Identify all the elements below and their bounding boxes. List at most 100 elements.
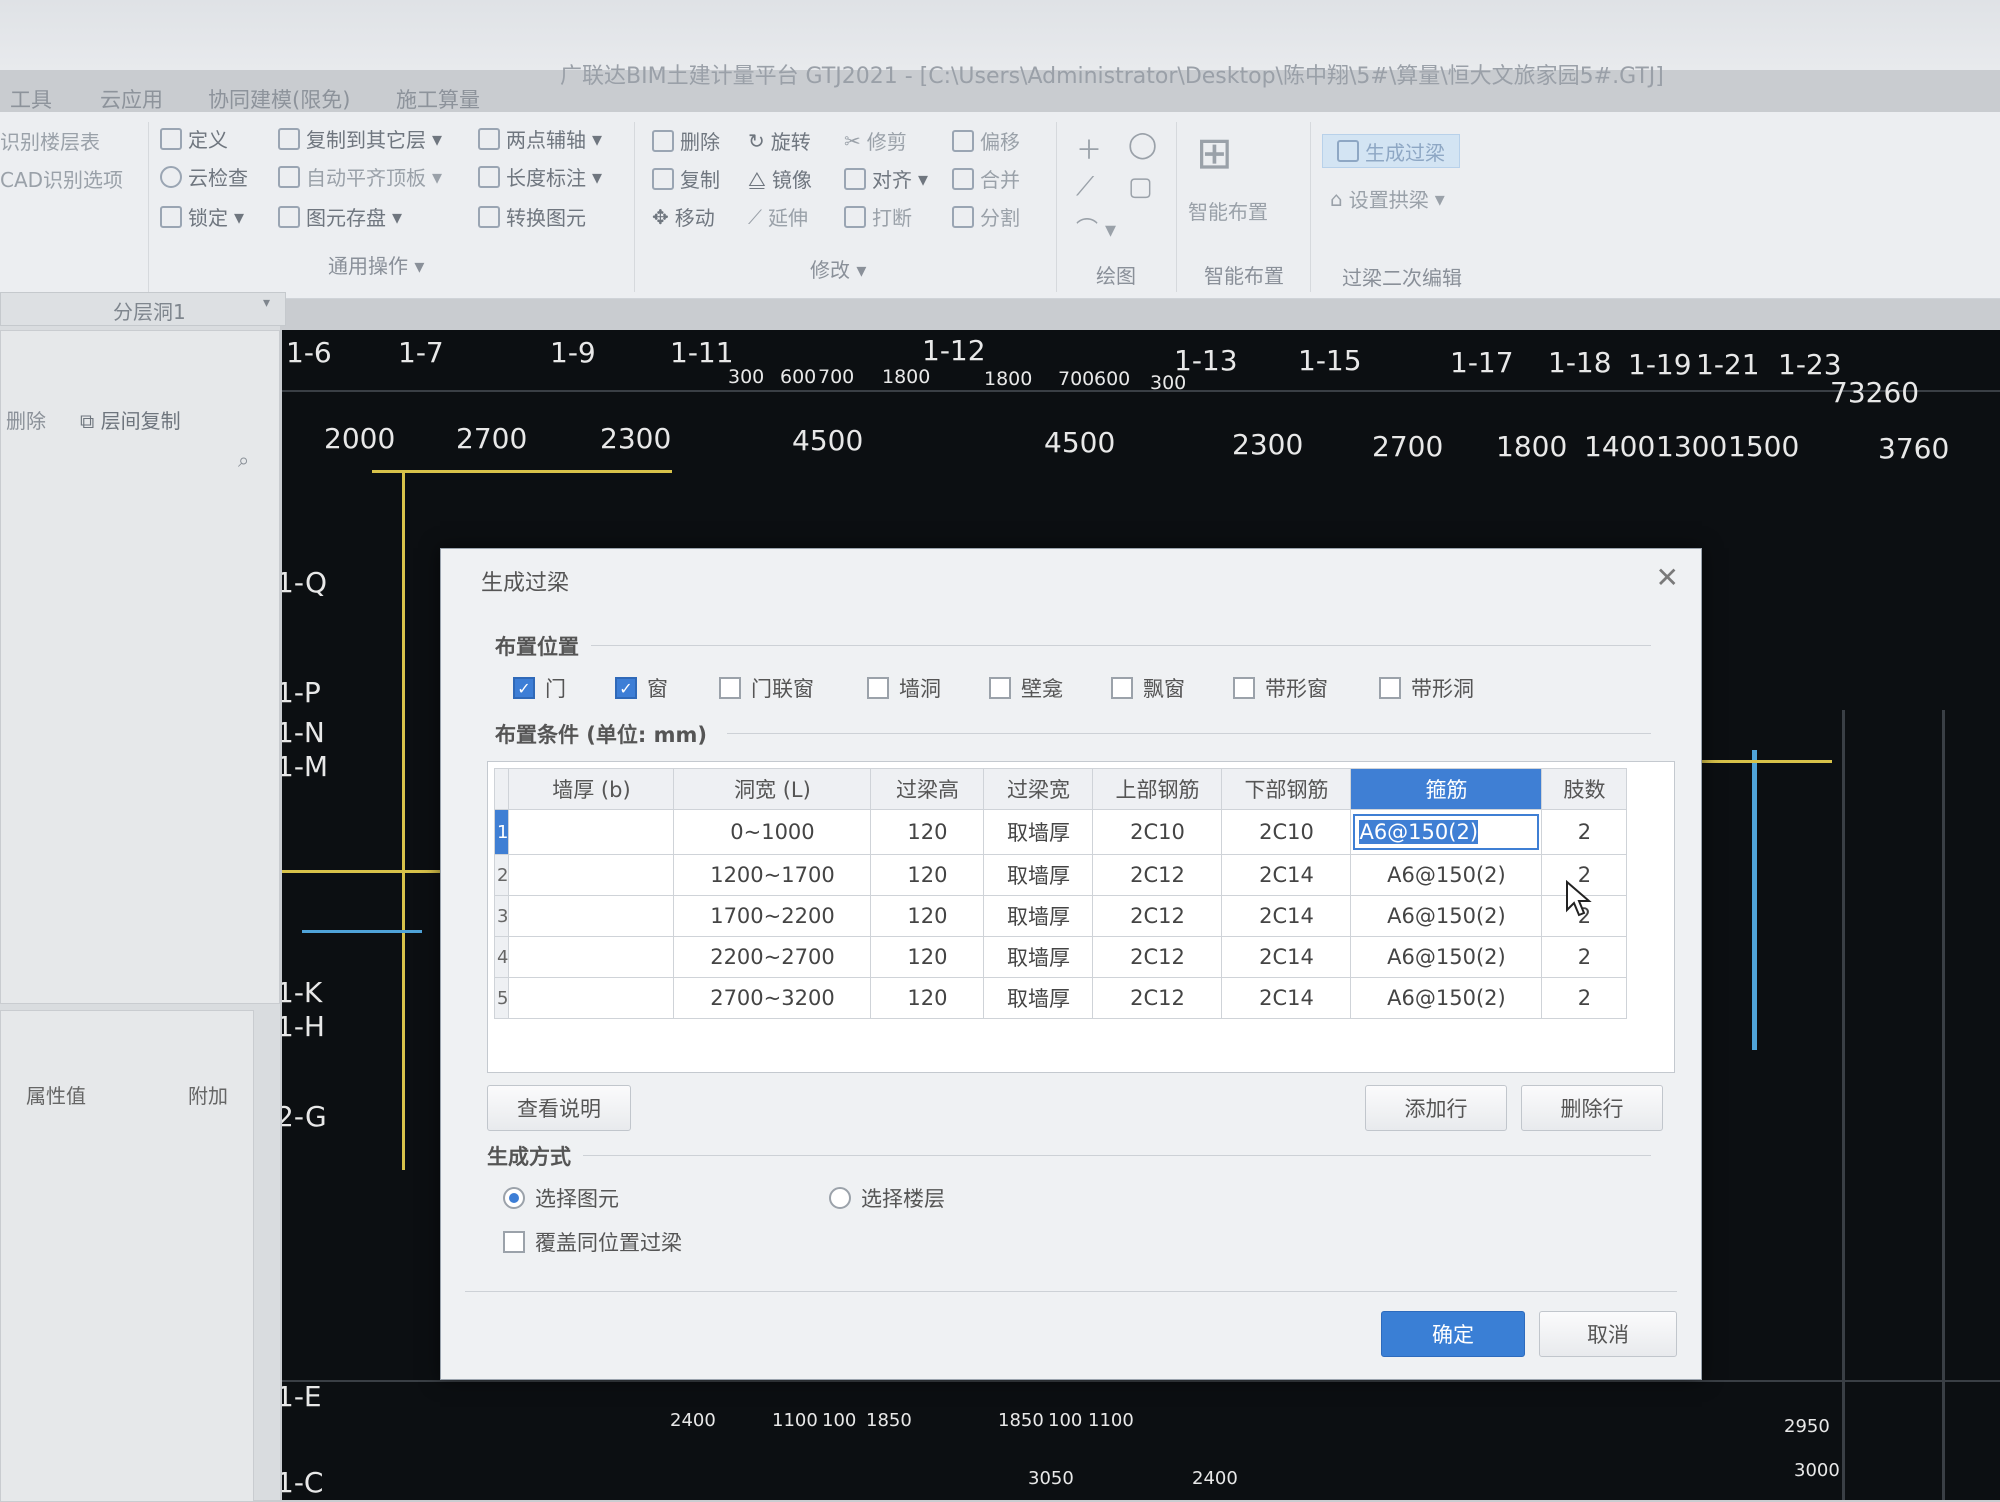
cell-width[interactable]: 1200~1700 <box>673 854 872 896</box>
table-row[interactable]: 1 0~1000 120 取墙厚 2C10 2C10 A6@150(2) 2 <box>493 809 1628 855</box>
smart-layout-button[interactable]: 智能布置 <box>1188 196 1268 225</box>
define-button[interactable]: 定义 <box>160 124 228 153</box>
col-stirrup[interactable]: 箍筋 <box>1350 768 1543 810</box>
break-button[interactable]: 打断 <box>844 202 912 231</box>
cell-height[interactable]: 120 <box>870 895 985 937</box>
cell-stirrup[interactable]: A6@150(2) <box>1350 977 1543 1019</box>
general-ops-group-label[interactable]: 通用操作 ▾ <box>328 250 424 279</box>
table-row[interactable]: 2 1200~1700 120 取墙厚 2C12 2C14 A6@150(2) … <box>493 854 1628 896</box>
col-top-rebar[interactable]: 上部钢筋 <box>1092 768 1223 810</box>
checkbox-wall-opening[interactable]: 墙洞 <box>867 673 941 703</box>
convert-element-button[interactable]: 转换图元 <box>478 202 586 231</box>
length-dim-button[interactable]: 长度标注 ▾ <box>478 162 602 191</box>
cell-height[interactable]: 120 <box>870 809 985 855</box>
modify-group-label[interactable]: 修改 ▾ <box>810 254 866 283</box>
col-bottom-rebar[interactable]: 下部钢筋 <box>1221 768 1352 810</box>
checkbox-bay-window[interactable]: 飘窗 <box>1111 673 1185 703</box>
two-point-axis-button[interactable]: 两点辅轴 ▾ <box>478 124 602 153</box>
copy-to-layer-button[interactable]: 复制到其它层 ▾ <box>278 124 442 153</box>
draw-rect-icon[interactable]: ▢ <box>1128 172 1153 202</box>
col-lintel-height[interactable]: 过梁高 <box>870 768 985 810</box>
checkbox-strip-opening[interactable]: 带形洞 <box>1379 673 1474 703</box>
draw-line-icon[interactable]: ⟋ <box>1076 172 1094 203</box>
layer-combo[interactable]: 分层洞1 ▾ <box>0 292 286 326</box>
draw-point-icon[interactable]: ＋ <box>1076 130 1102 167</box>
cell-stirrup[interactable]: A6@150(2) <box>1350 936 1543 978</box>
cell-top-rebar[interactable]: 2C12 <box>1092 977 1223 1019</box>
cell-bottom-rebar[interactable]: 2C14 <box>1221 854 1352 896</box>
copy-button[interactable]: 复制 <box>652 164 720 193</box>
ribbon-cad-options[interactable]: CAD识别选项 <box>0 164 123 193</box>
cell-bottom-rebar[interactable]: 2C14 <box>1221 895 1352 937</box>
cell-width[interactable]: 1700~2200 <box>673 895 872 937</box>
table-row[interactable]: 5 2700~3200 120 取墙厚 2C12 2C14 A6@150(2) … <box>493 977 1628 1019</box>
checkbox-door[interactable]: ✓ 门 <box>513 673 566 703</box>
merge-button[interactable]: 合并 <box>952 164 1020 193</box>
checkbox-door-window[interactable]: 门联窗 <box>719 673 814 703</box>
cell-thickness[interactable] <box>508 895 675 937</box>
cloud-check-button[interactable]: 云检查 <box>160 162 248 191</box>
cell-height[interactable]: 120 <box>870 936 985 978</box>
cell-thickness[interactable] <box>508 854 675 896</box>
cell-stirrup[interactable]: A6@150(2) <box>1350 854 1543 896</box>
cell-top-rebar[interactable]: 2C12 <box>1092 936 1223 978</box>
delete-button[interactable]: 删除 <box>652 126 720 155</box>
checkbox-override-lintel[interactable]: 覆盖同位置过梁 <box>503 1227 682 1257</box>
col-lintel-width[interactable]: 过梁宽 <box>983 768 1094 810</box>
add-row-button[interactable]: 添加行 <box>1365 1085 1507 1131</box>
generate-lintel-ribbon-button[interactable]: 生成过梁 <box>1322 134 1460 168</box>
cell-beam-width[interactable]: 取墙厚 <box>983 809 1094 855</box>
cancel-button[interactable]: 取消 <box>1539 1311 1677 1357</box>
extend-button[interactable]: ⟋ 延伸 <box>748 202 808 231</box>
stirrup-edit-box[interactable]: A6@150(2) <box>1353 814 1540 850</box>
cell-legs[interactable]: 2 <box>1541 809 1628 855</box>
cell-thickness[interactable] <box>508 809 675 855</box>
cell-thickness[interactable] <box>508 977 675 1019</box>
col-wall-thickness[interactable]: 墙厚 (b) <box>508 768 675 810</box>
cell-width[interactable]: 2200~2700 <box>673 936 872 978</box>
trim-button[interactable]: ✂ 修剪 <box>844 126 907 155</box>
auto-align-button[interactable]: 自动平齐顶板 ▾ <box>278 162 442 191</box>
draw-arc-icon[interactable]: ⌒ ▾ <box>1076 212 1116 244</box>
cell-top-rebar[interactable]: 2C12 <box>1092 895 1223 937</box>
cell-thickness[interactable] <box>508 936 675 978</box>
cell-beam-width[interactable]: 取墙厚 <box>983 936 1094 978</box>
col-opening-width[interactable]: 洞宽 (L) <box>673 768 872 810</box>
close-icon[interactable]: ✕ <box>1656 561 1679 594</box>
search-icon[interactable]: ⌕ <box>238 448 249 472</box>
set-arch-beam-button[interactable]: ⌂ 设置拱梁 ▾ <box>1330 184 1445 213</box>
checkbox-window[interactable]: ✓ 窗 <box>615 673 668 703</box>
lock-button[interactable]: 锁定 ▾ <box>160 202 244 231</box>
cell-bottom-rebar[interactable]: 2C14 <box>1221 936 1352 978</box>
checkbox-strip-window[interactable]: 带形窗 <box>1233 673 1328 703</box>
table-row[interactable]: 3 1700~2200 120 取墙厚 2C12 2C14 A6@150(2) … <box>493 895 1628 937</box>
col-legs[interactable]: 肢数 <box>1541 768 1628 810</box>
checkbox-niche[interactable]: 壁龛 <box>989 673 1063 703</box>
cell-bottom-rebar[interactable]: 2C14 <box>1221 977 1352 1019</box>
move-button[interactable]: ✥ 移动 <box>652 202 715 231</box>
cell-height[interactable]: 120 <box>870 977 985 1019</box>
delete-row-button[interactable]: 删除行 <box>1521 1085 1663 1131</box>
split-button[interactable]: 分割 <box>952 202 1020 231</box>
ok-button[interactable]: 确定 <box>1381 1311 1525 1357</box>
cell-stirrup[interactable]: A6@150(2) <box>1350 895 1543 937</box>
cell-beam-width[interactable]: 取墙厚 <box>983 895 1094 937</box>
cell-bottom-rebar[interactable]: 2C10 <box>1221 809 1352 855</box>
cell-legs[interactable]: 2 <box>1541 977 1628 1019</box>
ribbon-recognize-floor-table[interactable]: 识别楼层表 <box>0 126 100 155</box>
radio-select-floor[interactable]: 选择楼层 <box>829 1183 945 1213</box>
menu-cloud-app[interactable]: 云应用 <box>100 84 163 114</box>
draw-circle-icon[interactable]: ◯ <box>1128 130 1157 160</box>
cell-top-rebar[interactable]: 2C10 <box>1092 809 1223 855</box>
cell-beam-width[interactable]: 取墙厚 <box>983 854 1094 896</box>
panel-delete-button[interactable]: 删除 <box>6 405 46 434</box>
cell-width[interactable]: 2700~3200 <box>673 977 872 1019</box>
menu-tools[interactable]: 工具 <box>10 84 52 114</box>
align-button[interactable]: 对齐 ▾ <box>844 164 928 193</box>
cell-stirrup-editor[interactable]: A6@150(2) <box>1350 809 1543 855</box>
interlayer-copy-button[interactable]: ⧉ 层间复制 <box>80 405 181 434</box>
cell-height[interactable]: 120 <box>870 854 985 896</box>
menu-construction[interactable]: 施工算量 <box>396 84 480 114</box>
rotate-button[interactable]: ↻ 旋转 <box>748 126 811 155</box>
cell-legs[interactable]: 2 <box>1541 936 1628 978</box>
